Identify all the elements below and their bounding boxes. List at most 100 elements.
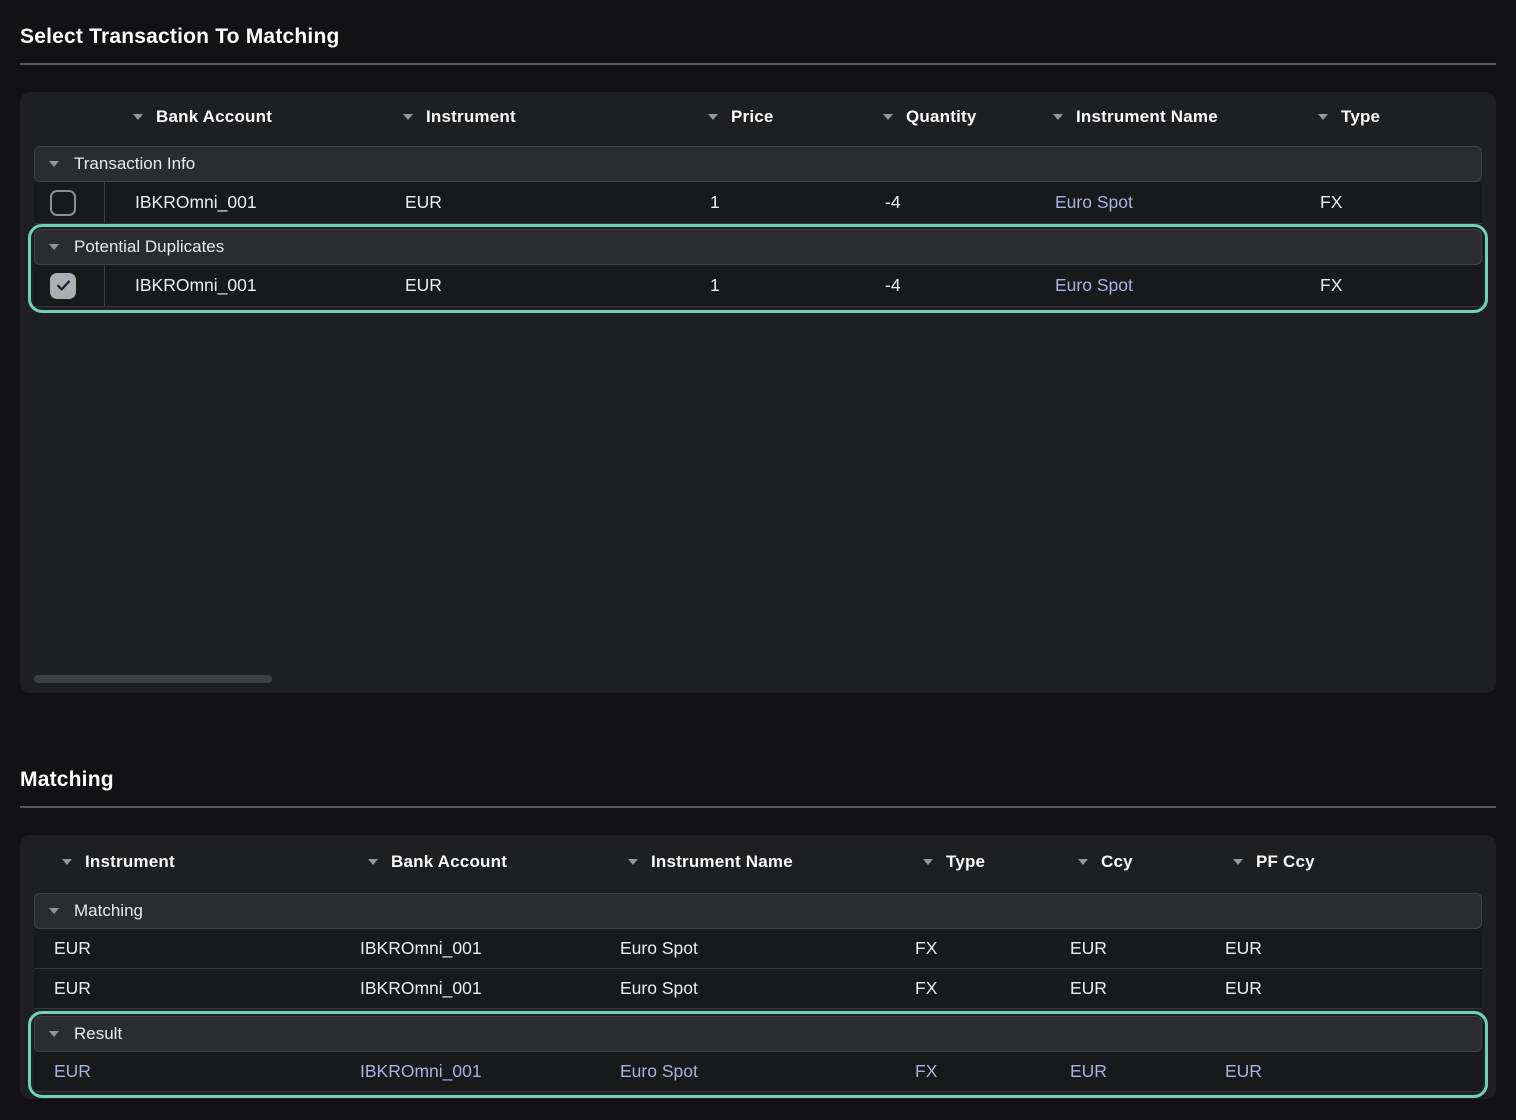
chevron-down-icon[interactable] xyxy=(49,908,59,914)
chevron-down-icon[interactable] xyxy=(62,859,72,865)
column-header-label: Instrument xyxy=(426,107,516,127)
cell-instrument: EUR xyxy=(34,1052,340,1091)
column-header-label: Bank Account xyxy=(391,852,507,872)
table-header-row: Bank Account Instrument Price Quantity I… xyxy=(34,92,1482,142)
group-header-result[interactable]: Result xyxy=(34,1016,1482,1052)
cell-quantity: -4 xyxy=(855,265,1025,306)
table-row[interactable]: EUR IBKROmni_001 Euro Spot FX EUR EUR xyxy=(34,1052,1482,1092)
cell-ccy: EUR xyxy=(1050,929,1205,968)
cell-instrument-name-link[interactable]: Euro Spot xyxy=(600,1052,895,1091)
column-header-instrument-name[interactable]: Instrument Name xyxy=(600,835,895,889)
cell-instrument: EUR xyxy=(34,929,340,968)
group-transaction-info: Transaction Info IBKROmni_001 EUR 1 -4 E… xyxy=(34,146,1482,224)
cell-instrument: EUR xyxy=(34,969,340,1008)
chevron-down-icon[interactable] xyxy=(708,114,718,120)
chevron-down-icon[interactable] xyxy=(403,114,413,120)
column-header-pf-ccy[interactable]: PF Ccy xyxy=(1205,835,1482,889)
select-transaction-section: Select Transaction To Matching Bank Acco… xyxy=(0,0,1516,693)
column-header-instrument[interactable]: Instrument xyxy=(34,835,340,889)
checkbox-cell xyxy=(34,265,105,306)
column-header-label: Quantity xyxy=(906,107,977,127)
chevron-down-icon[interactable] xyxy=(368,859,378,865)
title-divider xyxy=(20,63,1496,65)
chevron-down-icon[interactable] xyxy=(1233,859,1243,865)
horizontal-scrollbar-thumb[interactable] xyxy=(34,675,272,683)
matching-table: Instrument Bank Account Instrument Name … xyxy=(20,835,1496,1099)
column-header-label: Ccy xyxy=(1101,852,1133,872)
cell-ccy: EUR xyxy=(1050,1052,1205,1091)
cell-pf-ccy: EUR xyxy=(1205,1052,1482,1091)
group-matching: Matching EUR IBKROmni_001 Euro Spot FX E… xyxy=(34,893,1482,1009)
cell-quantity: -4 xyxy=(855,182,1025,223)
table-row[interactable]: IBKROmni_001 EUR 1 -4 Euro Spot FX xyxy=(34,182,1482,224)
cell-instrument-name-link[interactable]: Euro Spot xyxy=(1025,265,1290,306)
table-row[interactable]: EUR IBKROmni_001 Euro Spot FX EUR EUR xyxy=(34,969,1482,1009)
cell-type: FX xyxy=(895,1052,1050,1091)
chevron-down-icon[interactable] xyxy=(1078,859,1088,865)
cell-bank-account: IBKROmni_001 xyxy=(340,929,600,968)
cell-type: FX xyxy=(1290,182,1482,223)
group-label: Potential Duplicates xyxy=(74,237,224,257)
column-header-bank-account[interactable]: Bank Account xyxy=(105,92,375,142)
checkbox-check-icon xyxy=(55,277,72,294)
cell-instrument-name: Euro Spot xyxy=(600,969,895,1008)
column-header-label: Instrument xyxy=(85,852,175,872)
column-header-instrument-name[interactable]: Instrument Name xyxy=(1025,92,1290,142)
chevron-down-icon[interactable] xyxy=(923,859,933,865)
column-header-price[interactable]: Price xyxy=(680,92,855,142)
group-potential-duplicates: Potential Duplicates IBKROmni_001 EUR 1 … xyxy=(28,224,1488,313)
chevron-down-icon[interactable] xyxy=(1053,114,1063,120)
column-header-label: Price xyxy=(731,107,774,127)
table-header-row: Instrument Bank Account Instrument Name … xyxy=(34,835,1482,889)
group-label: Matching xyxy=(74,901,143,921)
cell-bank-account: IBKROmni_001 xyxy=(340,969,600,1008)
cell-instrument: EUR xyxy=(375,265,680,306)
cell-type: FX xyxy=(1290,265,1482,306)
column-header-label: Bank Account xyxy=(156,107,272,127)
cell-price: 1 xyxy=(680,182,855,223)
column-header-type[interactable]: Type xyxy=(1290,92,1482,142)
page-title: Select Transaction To Matching xyxy=(20,0,1496,50)
cell-pf-ccy: EUR xyxy=(1205,969,1482,1008)
section-title: Matching xyxy=(20,767,1496,793)
table-row[interactable]: IBKROmni_001 EUR 1 -4 Euro Spot FX xyxy=(34,265,1482,307)
row-checkbox[interactable] xyxy=(50,190,76,216)
row-checkbox[interactable] xyxy=(50,273,76,299)
chevron-down-icon[interactable] xyxy=(1318,114,1328,120)
cell-bank-account: IBKROmni_001 xyxy=(105,265,375,306)
title-divider xyxy=(20,806,1496,808)
cell-bank-account: IBKROmni_001 xyxy=(105,182,375,223)
cell-bank-account: IBKROmni_001 xyxy=(340,1052,600,1091)
column-header-quantity[interactable]: Quantity xyxy=(855,92,1025,142)
chevron-down-icon[interactable] xyxy=(49,1031,59,1037)
cell-pf-ccy: EUR xyxy=(1205,929,1482,968)
group-header-matching[interactable]: Matching xyxy=(34,893,1482,929)
chevron-down-icon[interactable] xyxy=(628,859,638,865)
checkbox-cell xyxy=(34,182,105,223)
column-header-label: Instrument Name xyxy=(1076,107,1218,127)
column-header-bank-account[interactable]: Bank Account xyxy=(340,835,600,889)
cell-instrument-name-link[interactable]: Euro Spot xyxy=(1025,182,1290,223)
group-label: Transaction Info xyxy=(74,154,195,174)
cell-instrument: EUR xyxy=(375,182,680,223)
column-header-ccy[interactable]: Ccy xyxy=(1050,835,1205,889)
cell-type: FX xyxy=(895,929,1050,968)
group-label: Result xyxy=(74,1024,122,1044)
column-header-type[interactable]: Type xyxy=(895,835,1050,889)
column-header-label: PF Ccy xyxy=(1256,852,1315,872)
chevron-down-icon[interactable] xyxy=(49,244,59,250)
chevron-down-icon[interactable] xyxy=(883,114,893,120)
matching-section: Matching Instrument Bank Account Instrum… xyxy=(0,767,1516,1099)
chevron-down-icon[interactable] xyxy=(49,161,59,167)
table-row[interactable]: EUR IBKROmni_001 Euro Spot FX EUR EUR xyxy=(34,929,1482,969)
group-header-transaction-info[interactable]: Transaction Info xyxy=(34,146,1482,182)
cell-ccy: EUR xyxy=(1050,969,1205,1008)
cell-instrument-name: Euro Spot xyxy=(600,929,895,968)
cell-price: 1 xyxy=(680,265,855,306)
group-result: Result EUR IBKROmni_001 Euro Spot FX EUR… xyxy=(28,1011,1488,1098)
column-header-instrument[interactable]: Instrument xyxy=(375,92,680,142)
transactions-table: Bank Account Instrument Price Quantity I… xyxy=(20,92,1496,693)
column-header-label: Type xyxy=(1341,107,1380,127)
chevron-down-icon[interactable] xyxy=(133,114,143,120)
group-header-potential-duplicates[interactable]: Potential Duplicates xyxy=(34,229,1482,265)
